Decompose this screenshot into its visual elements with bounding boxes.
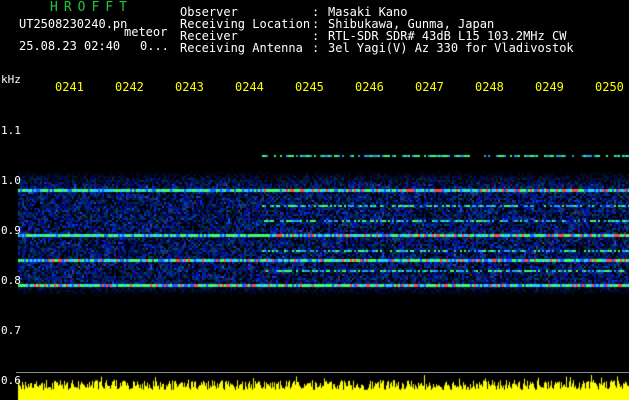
info-value: 3el Yagi(V) Az 330 for Vladivostok: [328, 41, 574, 55]
info-colon: :: [312, 41, 320, 55]
freq-tick-label: 0.7: [1, 324, 21, 337]
noise-floor-baseline: [16, 372, 629, 373]
time-tick-label: 0247: [415, 80, 444, 94]
frequency-unit-label: kHz: [1, 73, 21, 86]
freq-tick-label: 1.1: [1, 124, 21, 137]
time-tick-label: 0245: [295, 80, 324, 94]
time-tick-label: 0249: [535, 80, 564, 94]
freq-tick-label: 0.8: [1, 274, 21, 287]
freq-tick-label: 1.0: [1, 174, 21, 187]
freq-tick-label: 0.9: [1, 224, 21, 237]
info-label: Receiving Antenna: [180, 41, 303, 55]
detection-type-label: meteor: [124, 25, 168, 39]
time-tick-label: 0246: [355, 80, 384, 94]
time-tick-label: 0248: [475, 80, 504, 94]
datetime-label: 25.08.23 02:40: [19, 39, 121, 53]
spectrogram-heatmap: [0, 0, 629, 400]
time-tick-label: 0250: [595, 80, 624, 94]
time-tick-label: 0241: [55, 80, 84, 94]
time-tick-label: 0243: [175, 80, 204, 94]
hrofft-window: HROFFT UT2508230240.pn meteor 25.08.23 0…: [0, 0, 629, 400]
counter-label: 0...: [140, 39, 169, 53]
time-tick-label: 0242: [115, 80, 144, 94]
filename-label: UT2508230240.pn: [19, 17, 128, 31]
app-title: HROFFT: [50, 0, 133, 15]
time-tick-label: 0244: [235, 80, 264, 94]
freq-tick-label: 0.6: [1, 374, 21, 387]
